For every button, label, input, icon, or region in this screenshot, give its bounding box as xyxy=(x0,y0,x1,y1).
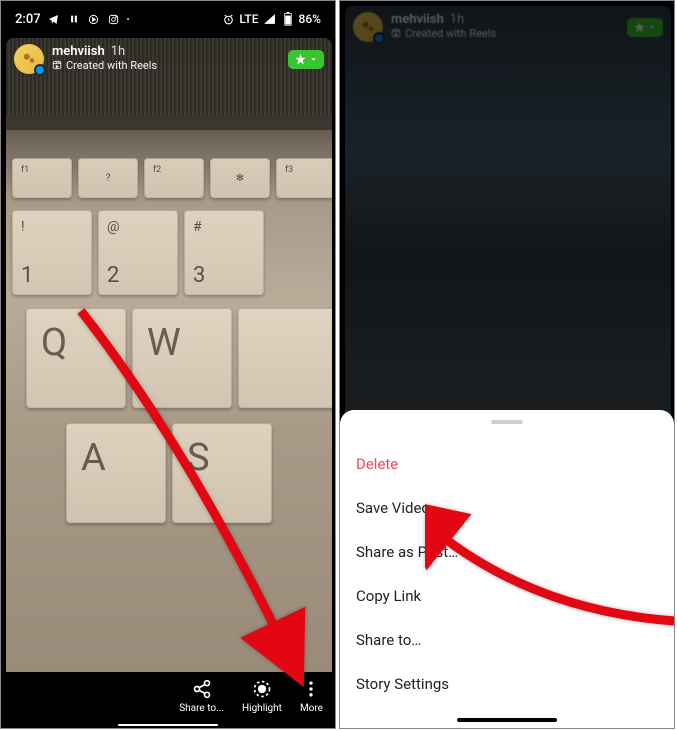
phone-screenshot-left: 2:07 • LTE 86% f1 ? xyxy=(0,0,336,729)
signal-icon xyxy=(263,12,277,26)
reels-icon xyxy=(391,28,401,41)
share-as-post-option[interactable]: Share as Post… xyxy=(340,530,674,574)
created-with-label[interactable]: Created with Reels xyxy=(405,28,496,40)
alarm-icon xyxy=(221,12,235,26)
avatar[interactable] xyxy=(14,44,44,74)
telegram-icon xyxy=(47,12,61,26)
close-friends-badge[interactable] xyxy=(627,18,663,37)
share-to-label: Share to... xyxy=(179,703,224,714)
status-bar: 2:07 • LTE 86% xyxy=(1,1,335,33)
battery-icon xyxy=(281,12,295,26)
reels-icon xyxy=(52,60,62,73)
more-icon xyxy=(300,678,322,700)
more-label: More xyxy=(300,703,323,714)
time-ago: 1h xyxy=(111,45,125,59)
android-nav-bar[interactable] xyxy=(457,718,557,722)
copy-link-option[interactable]: Copy Link xyxy=(340,574,674,618)
avatar-badge xyxy=(373,32,385,44)
highlight-button[interactable]: Highlight xyxy=(242,678,282,714)
created-with-label[interactable]: Created with Reels xyxy=(66,60,157,72)
share-icon xyxy=(191,678,213,700)
network-type: LTE xyxy=(239,12,258,26)
avatar[interactable] xyxy=(353,12,383,42)
instagram-icon xyxy=(107,12,121,26)
highlight-icon xyxy=(251,678,273,700)
phone-screenshot-right: mehviish 1h Created with Reels Delete Sa… xyxy=(339,0,675,729)
share-to-button[interactable]: Share to... xyxy=(179,678,224,714)
dot-icon: • xyxy=(127,15,130,24)
share-to-option[interactable]: Share to… xyxy=(340,618,674,662)
story-content-image: f1 ? f2 ✻ f3 ☀ !1 @2 #3 Q W xyxy=(6,38,332,688)
delete-option[interactable]: Delete xyxy=(340,442,674,486)
story-viewer[interactable]: f1 ? f2 ✻ f3 ☀ !1 @2 #3 Q W xyxy=(6,38,332,688)
story-bottom-actions: Share to... Highlight More xyxy=(1,672,335,724)
circle-icon xyxy=(87,12,101,26)
username[interactable]: mehviish xyxy=(391,13,444,27)
save-video-option[interactable]: Save Video xyxy=(340,486,674,530)
sheet-handle[interactable] xyxy=(491,420,523,424)
more-options-sheet: Delete Save Video Share as Post… Copy Li… xyxy=(340,410,674,728)
avatar-badge xyxy=(34,64,46,76)
story-settings-option[interactable]: Story Settings xyxy=(340,662,674,706)
username[interactable]: mehviish xyxy=(52,45,105,59)
battery-percent: 86% xyxy=(299,12,321,26)
pause-icon xyxy=(67,12,81,26)
time-ago: 1h xyxy=(450,13,464,27)
more-button[interactable]: More xyxy=(300,678,323,714)
close-friends-badge[interactable] xyxy=(288,50,324,69)
status-time: 2:07 xyxy=(15,12,41,27)
highlight-label: Highlight xyxy=(242,703,282,714)
